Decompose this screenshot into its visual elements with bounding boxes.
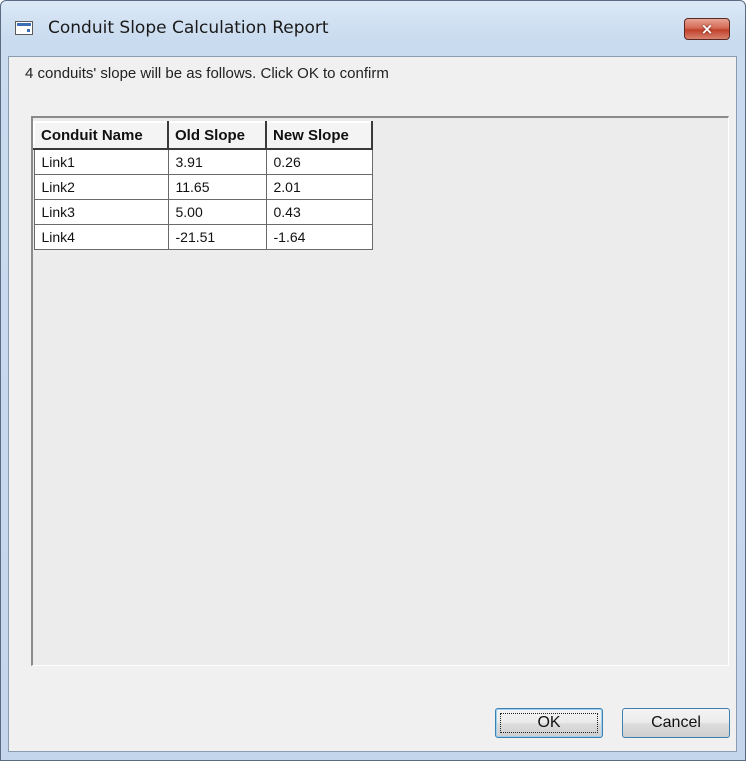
ok-button[interactable]: OK [495,708,603,738]
cell-conduit-name[interactable]: Link1 [33,148,169,175]
dialog-window: Conduit Slope Calculation Report × 4 con… [0,0,746,761]
slope-table: Conduit Name Old Slope New Slope Link1 3… [33,121,373,250]
slope-grid-panel[interactable]: Conduit Name Old Slope New Slope Link1 3… [31,116,729,666]
close-button[interactable]: × [684,18,730,40]
table-row[interactable]: Link3 5.00 0.43 [33,198,373,225]
cell-new-slope[interactable]: 0.43 [265,198,373,225]
window-title: Conduit Slope Calculation Report [48,18,329,38]
title-bar[interactable]: Conduit Slope Calculation Report × [1,1,745,57]
cell-conduit-name[interactable]: Link4 [33,223,169,250]
table-header-row: Conduit Name Old Slope New Slope [33,121,373,150]
close-icon: × [700,20,714,38]
focus-rectangle [500,713,598,733]
column-header-new-slope[interactable]: New Slope [265,121,373,150]
cell-new-slope[interactable]: 2.01 [265,173,373,200]
table-row[interactable]: Link4 -21.51 -1.64 [33,223,373,250]
cell-old-slope[interactable]: -21.51 [167,223,267,250]
column-header-old-slope[interactable]: Old Slope [167,121,267,150]
table-row[interactable]: Link1 3.91 0.26 [33,148,373,175]
column-header-conduit-name[interactable]: Conduit Name [33,121,169,150]
cell-old-slope[interactable]: 3.91 [167,148,267,175]
confirm-message: 4 conduits' slope will be as follows. Cl… [25,65,389,82]
table-row[interactable]: Link2 11.65 2.01 [33,173,373,200]
cell-new-slope[interactable]: -1.64 [265,223,373,250]
cell-old-slope[interactable]: 11.65 [167,173,267,200]
cell-conduit-name[interactable]: Link3 [33,198,169,225]
window-app-icon [15,21,33,35]
cell-conduit-name[interactable]: Link2 [33,173,169,200]
cell-new-slope[interactable]: 0.26 [265,148,373,175]
cancel-button[interactable]: Cancel [622,708,730,738]
cell-old-slope[interactable]: 5.00 [167,198,267,225]
